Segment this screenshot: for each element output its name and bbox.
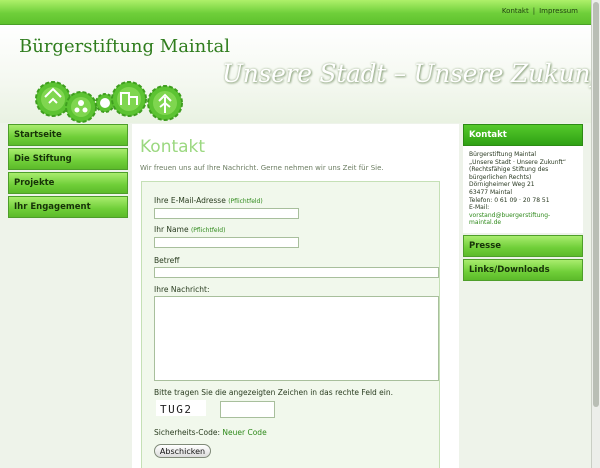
top-link-impressum[interactable]: Impressum <box>539 7 578 15</box>
svg-text:TUG2: TUG2 <box>160 403 193 416</box>
contact-line: Telefon: 0 61 09 · 20 78 51 <box>469 196 550 204</box>
main-navigation: Startseite Die Stiftung Projekte Ihr Eng… <box>8 124 128 220</box>
name-label: Ihr Name (Pflichtfeld) <box>154 225 225 234</box>
subject-label: Betreff <box>154 256 180 265</box>
logo-gear-5 <box>147 85 183 121</box>
scrollbar-thumb[interactable] <box>593 2 599 407</box>
logo-gear-1 <box>35 81 71 117</box>
email-field[interactable] <box>154 208 299 219</box>
contact-line: bürgerlichen Rechts) <box>469 173 532 181</box>
email-link-line: vorstand@buergerstiftung- <box>469 211 551 219</box>
site-title: Bürgerstiftung Maintal <box>19 36 230 57</box>
top-bar: Kontakt | Impressum <box>0 0 592 25</box>
vertical-scrollbar[interactable] <box>591 0 600 468</box>
new-code-link[interactable]: Neuer Code <box>222 428 266 437</box>
logo-gear-4 <box>111 81 147 117</box>
contact-line: Dörnigheimer Weg 21 <box>469 181 535 189</box>
name-label-text: Ihr Name <box>154 225 189 234</box>
required-note: (Pflichtfeld) <box>190 227 226 234</box>
sidebar-contact-info: Bürgerstiftung Maintal „Unsere Stadt · U… <box>463 146 583 233</box>
nav-item-ihr-engagement[interactable]: Ihr Engagement <box>8 196 128 218</box>
browser-viewport: Kontakt | Impressum Bürgerstiftung Maintal <box>0 0 592 468</box>
captcha-image: TUG2 <box>156 400 206 416</box>
nav-item-label: Die Stiftung <box>14 154 72 164</box>
nav-item-label: Ihr Engagement <box>14 202 91 212</box>
sidebar-item-links-downloads[interactable]: Links/Downloads <box>463 258 583 281</box>
main-content: Kontakt Wir freuen uns auf Ihre Nachrich… <box>132 124 459 468</box>
nav-item-label: Startseite <box>14 130 62 140</box>
message-label: Ihre Nachricht: <box>154 285 210 294</box>
email-label: Ihre E-Mail-Adresse (Pflichtfeld) <box>154 196 263 205</box>
nav-item-startseite[interactable]: Startseite <box>8 124 128 146</box>
nav-item-label: Projekte <box>14 178 55 188</box>
captcha-input[interactable] <box>220 401 275 418</box>
sidebar-contact-heading: Kontakt <box>463 124 583 146</box>
sidebar-item-label: Links/Downloads <box>469 264 550 275</box>
top-links: Kontakt | Impressum <box>502 7 578 15</box>
site-header: Bürgerstiftung Maintal Unsere Stadt – Un… <box>0 25 592 123</box>
intro-text: Wir freuen uns auf Ihre Nachricht. Gerne… <box>140 164 384 172</box>
top-link-separator: | <box>532 7 536 15</box>
email-label-text: Ihre E-Mail-Adresse <box>154 196 226 205</box>
right-sidebar: Kontakt Bürgerstiftung Maintal „Unsere S… <box>463 124 583 281</box>
email-link-line: maintal.de <box>469 219 502 227</box>
contact-line: E-Mail: <box>469 204 490 212</box>
top-link-kontakt[interactable]: Kontakt <box>502 7 529 15</box>
slogan: Unsere Stadt – Unsere Zukunft <box>222 59 592 88</box>
nav-item-projekte[interactable]: Projekte <box>8 172 128 194</box>
subject-field[interactable] <box>154 267 439 278</box>
contact-line: (Rechtsfähige Stiftung des <box>469 166 549 174</box>
message-textarea[interactable] <box>154 296 439 381</box>
sidebar-item-label: Presse <box>469 240 502 251</box>
name-field[interactable] <box>154 237 299 248</box>
email-link[interactable]: vorstand@buergerstiftung- maintal.de <box>469 212 577 227</box>
required-note: (Pflichtfeld) <box>228 198 263 205</box>
security-code-label: Sicherheits-Code: <box>154 428 221 437</box>
sidebar-item-presse[interactable]: Presse <box>463 234 583 257</box>
sidebar-heading-label: Kontakt <box>469 130 507 140</box>
contact-line: Bürgerstiftung Maintal <box>469 151 537 158</box>
page-title: Kontakt <box>140 137 206 157</box>
logo-gear-2 <box>65 91 97 123</box>
submit-button[interactable]: Abschicken <box>154 444 211 458</box>
nav-item-die-stiftung[interactable]: Die Stiftung <box>8 148 128 170</box>
contact-line: 63477 Maintal <box>469 188 513 196</box>
contact-line: „Unsere Stadt · Unsere Zukunft“ <box>469 158 566 166</box>
security-code-row: Sicherheits-Code: Neuer Code <box>154 428 267 437</box>
contact-form: Ihre E-Mail-Adresse (Pflichtfeld) Ihr Na… <box>141 181 440 468</box>
foundation-logo[interactable] <box>35 57 195 127</box>
captcha-instruction: Bitte tragen Sie die angezeigten Zeichen… <box>154 388 394 397</box>
